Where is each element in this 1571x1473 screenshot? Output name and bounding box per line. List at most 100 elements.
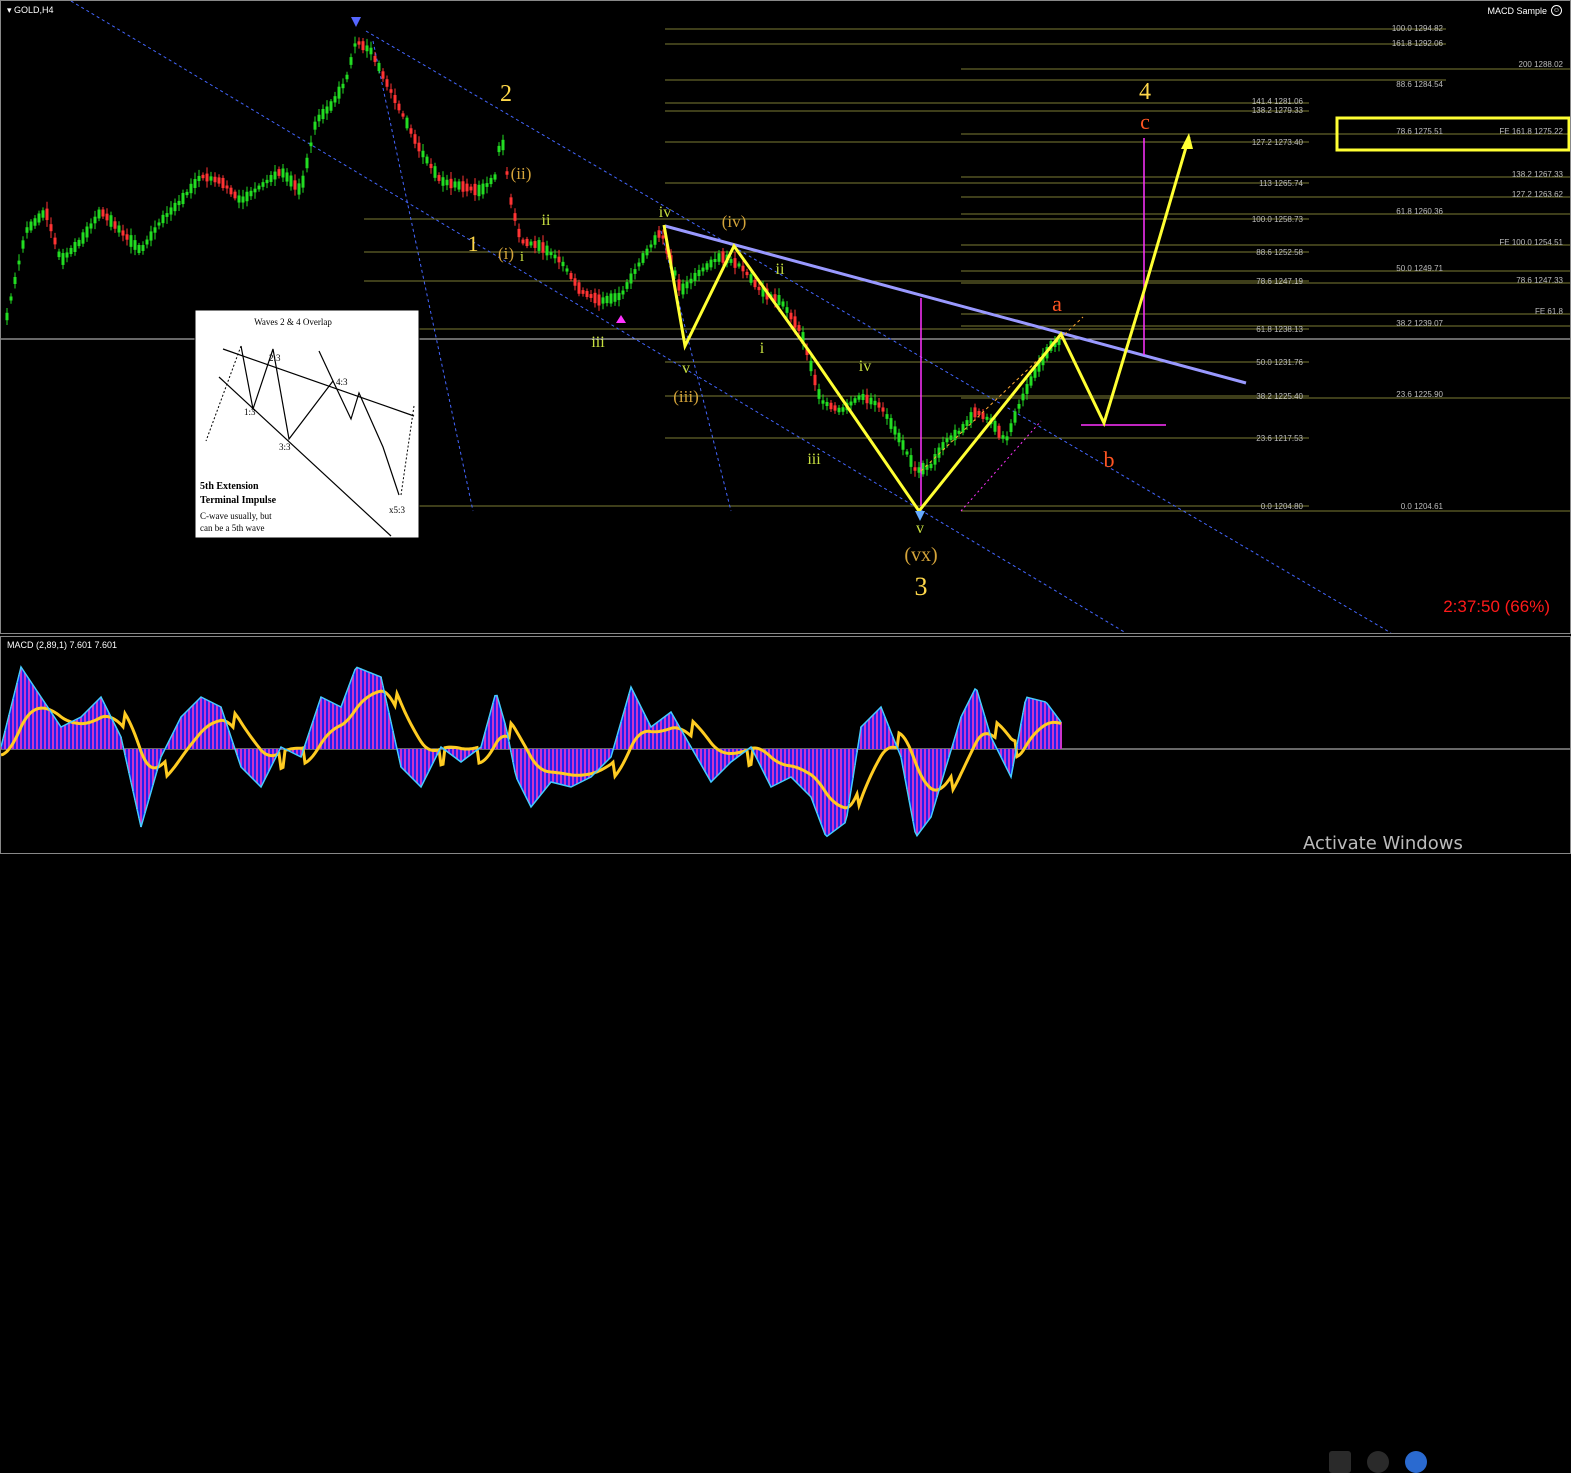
candle-body	[609, 293, 613, 304]
candle-body	[61, 253, 65, 265]
macd-indicator-panel[interactable]: MACD (2,89,1) 7.601 7.601 Activate Windo…	[0, 636, 1571, 1473]
candle-body	[825, 401, 829, 407]
candle-body	[589, 294, 593, 298]
candle-body	[189, 183, 193, 194]
candle-body	[113, 221, 117, 229]
candle-body	[701, 267, 705, 272]
candle-body	[877, 402, 881, 408]
candle-body	[41, 210, 45, 218]
candle-body	[109, 215, 113, 227]
dropdown-icon[interactable]: ▾	[7, 5, 12, 15]
wave-label: b	[1104, 447, 1115, 472]
candle-body	[1029, 376, 1033, 386]
price-chart-canvas[interactable]: 100.0 1294.82 161.8 1292.06 88.6 1284.54…	[1, 1, 1570, 633]
candle-body	[605, 295, 609, 304]
candle-body	[329, 101, 333, 111]
candle-body	[969, 412, 973, 424]
candle-body	[337, 86, 341, 99]
candle-body	[585, 291, 589, 297]
expert-advisor-name: MACD Sample	[1487, 5, 1547, 16]
candle-body	[101, 209, 105, 217]
candle-body	[737, 263, 741, 267]
candle-body	[777, 295, 781, 305]
candle-body	[733, 258, 737, 268]
network-icon[interactable]	[1367, 1451, 1389, 1473]
wave-label: iii	[591, 334, 605, 351]
candle-body	[413, 134, 417, 144]
candle-body	[501, 139, 505, 151]
candle-body	[53, 237, 57, 245]
candle-body	[97, 209, 101, 219]
fib-label: 161.8 1292.06	[1392, 39, 1444, 48]
candle-body	[549, 251, 553, 256]
candle-body	[365, 45, 369, 52]
activate-windows-watermark: Activate Windows	[1303, 833, 1463, 854]
candle-body	[449, 178, 453, 189]
candle-body	[981, 412, 985, 419]
candle-body	[5, 312, 9, 321]
expert-advisor-label: MACD Sample ☺	[1487, 5, 1562, 16]
candle-body	[517, 228, 521, 238]
candle-body	[341, 83, 345, 89]
candle-body	[385, 79, 389, 87]
smiley-icon[interactable]: ☺	[1551, 5, 1562, 16]
symbol-text: GOLD,H4	[14, 5, 54, 15]
price-chart[interactable]: 100.0 1294.82 161.8 1292.06 88.6 1284.54…	[0, 0, 1571, 634]
candle-body	[513, 213, 517, 221]
candle-body	[929, 463, 933, 469]
candle-body	[557, 256, 561, 263]
candle-body	[169, 207, 173, 215]
candle-body	[901, 440, 905, 450]
candle-body	[533, 241, 537, 248]
candle-body	[321, 108, 325, 120]
wave-label: ii	[776, 261, 785, 278]
candle-countdown: 2:37:50 (66%)	[1443, 597, 1550, 616]
fib-label: 127.2 1263.62	[1512, 190, 1564, 199]
candle-body	[229, 187, 233, 195]
buy-arrow-icon	[616, 315, 626, 323]
fib-label: 127.2 1273.40	[1252, 138, 1304, 147]
resistance-trendline[interactable]	[664, 224, 1247, 385]
candle-body	[37, 213, 41, 223]
candle-body	[873, 400, 877, 406]
candle-body	[441, 177, 445, 186]
candle-body	[809, 360, 813, 372]
fib-label: 100.0 1294.82	[1392, 24, 1444, 33]
candle-body	[273, 171, 277, 180]
wave-label: (vx)	[904, 544, 937, 566]
candle-body	[29, 221, 33, 231]
candle-body	[397, 103, 401, 111]
candle-body	[465, 183, 469, 192]
candle-body	[421, 150, 425, 158]
fib-label: 100.0 1258.73	[1252, 215, 1304, 224]
bluetooth-icon[interactable]	[1405, 1451, 1427, 1473]
candle-body	[521, 239, 525, 244]
candle-body	[85, 226, 89, 238]
candle-body	[921, 463, 925, 475]
wave-label: (iii)	[673, 387, 699, 406]
fib-label: 23.6 1225.90	[1396, 390, 1443, 399]
candle-body	[69, 248, 73, 254]
candle-body	[953, 429, 957, 441]
candle-body	[837, 407, 841, 413]
wave-label: v	[916, 520, 924, 537]
candle-body	[573, 278, 577, 286]
candle-body	[121, 230, 125, 236]
fib-labels-right: 200 1288.02 78.6 1275.51 FE 161.8 1275.2…	[1396, 60, 1563, 511]
candle-body	[917, 467, 921, 473]
wave-label: ii	[542, 212, 551, 229]
candle-body	[445, 179, 449, 186]
nvidia-icon[interactable]	[1329, 1451, 1351, 1473]
symbol-label: ▾ GOLD,H4	[7, 5, 54, 16]
candle-body	[457, 181, 461, 190]
candle-body	[581, 290, 585, 294]
candle-body	[237, 195, 241, 203]
candle-body	[277, 169, 281, 176]
inset-label: 3:3	[279, 442, 291, 452]
candle-body	[869, 397, 873, 405]
candle-body	[525, 238, 529, 247]
wave-label: iv	[659, 204, 671, 221]
candle-body	[597, 294, 601, 306]
candle-body	[913, 467, 917, 471]
candle-body	[257, 185, 261, 190]
